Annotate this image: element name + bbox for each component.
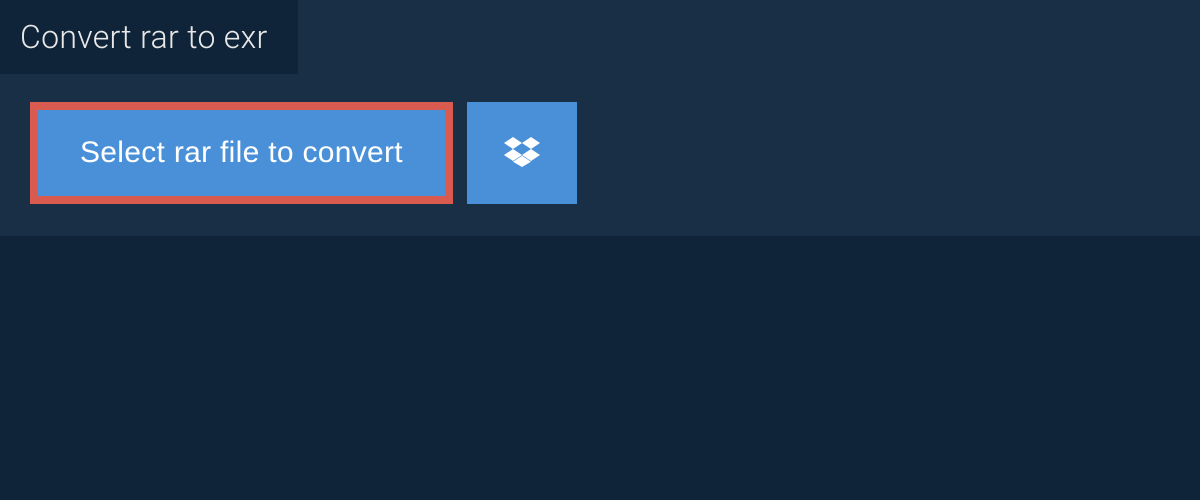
dropbox-icon bbox=[504, 134, 540, 173]
select-file-label: Select rar file to convert bbox=[80, 136, 403, 170]
tab-title: Convert rar to exr bbox=[20, 18, 268, 56]
dropbox-button[interactable] bbox=[467, 102, 577, 204]
button-row: Select rar file to convert bbox=[0, 74, 1200, 236]
tab-header: Convert rar to exr bbox=[0, 0, 298, 74]
select-file-button[interactable]: Select rar file to convert bbox=[30, 102, 453, 204]
converter-panel: Convert rar to exr Select rar file to co… bbox=[0, 0, 1200, 236]
